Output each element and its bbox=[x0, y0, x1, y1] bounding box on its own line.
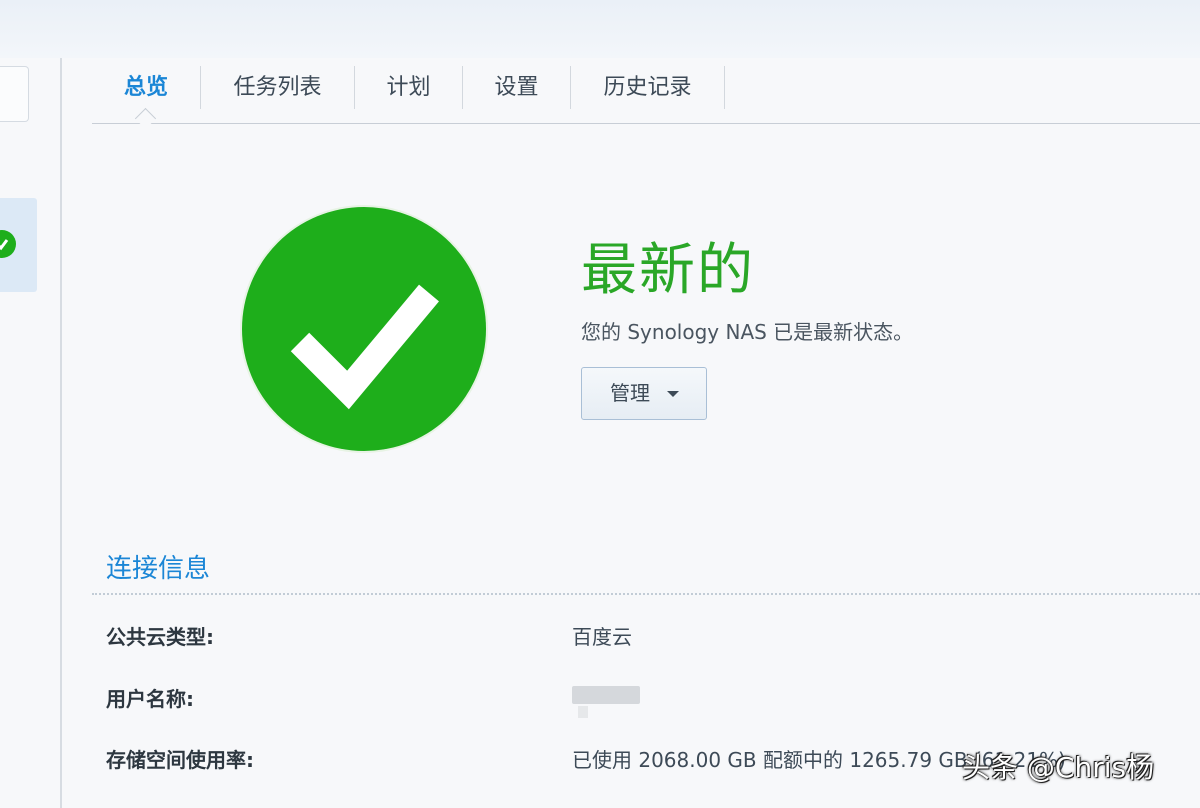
status-title: 最新的 bbox=[581, 238, 755, 303]
tab-history[interactable]: 历史记录 bbox=[571, 66, 724, 109]
username-redacted-tail bbox=[578, 706, 588, 718]
tab-schedule[interactable]: 计划 bbox=[355, 66, 462, 109]
tab-overview[interactable]: 总览 bbox=[92, 66, 200, 109]
window-header bbox=[0, 0, 1200, 58]
active-tab-indicator bbox=[134, 107, 157, 130]
sidebar-search-box[interactable] bbox=[0, 66, 29, 122]
section-title-connection: 连接信息 bbox=[106, 554, 211, 584]
info-label-storage-usage: 存储空间使用率: bbox=[106, 748, 254, 772]
status-description: 您的 Synology NAS 已是最新状态。 bbox=[581, 320, 914, 344]
watermark: 头条 @Chris杨 bbox=[962, 751, 1155, 784]
check-circle-icon bbox=[242, 207, 486, 451]
section-divider bbox=[92, 593, 1200, 595]
info-label-username: 用户名称: bbox=[106, 687, 194, 711]
sidebar bbox=[0, 58, 62, 808]
sidebar-item-cloud-sync[interactable] bbox=[0, 198, 37, 292]
tab-task-list[interactable]: 任务列表 bbox=[201, 66, 354, 109]
manage-dropdown-button[interactable]: 管理 bbox=[581, 367, 707, 420]
manage-button-label: 管理 bbox=[610, 381, 650, 405]
tab-bar: 总览 任务列表 计划 设置 历史记录 bbox=[92, 66, 1200, 130]
info-value-cloud-type: 百度云 bbox=[572, 625, 632, 649]
info-label-cloud-type: 公共云类型: bbox=[106, 625, 214, 649]
tab-settings[interactable]: 设置 bbox=[463, 66, 570, 109]
check-circle-icon bbox=[0, 230, 16, 258]
chevron-down-icon bbox=[667, 391, 679, 397]
username-redacted bbox=[572, 686, 640, 704]
tab-divider bbox=[724, 66, 725, 109]
